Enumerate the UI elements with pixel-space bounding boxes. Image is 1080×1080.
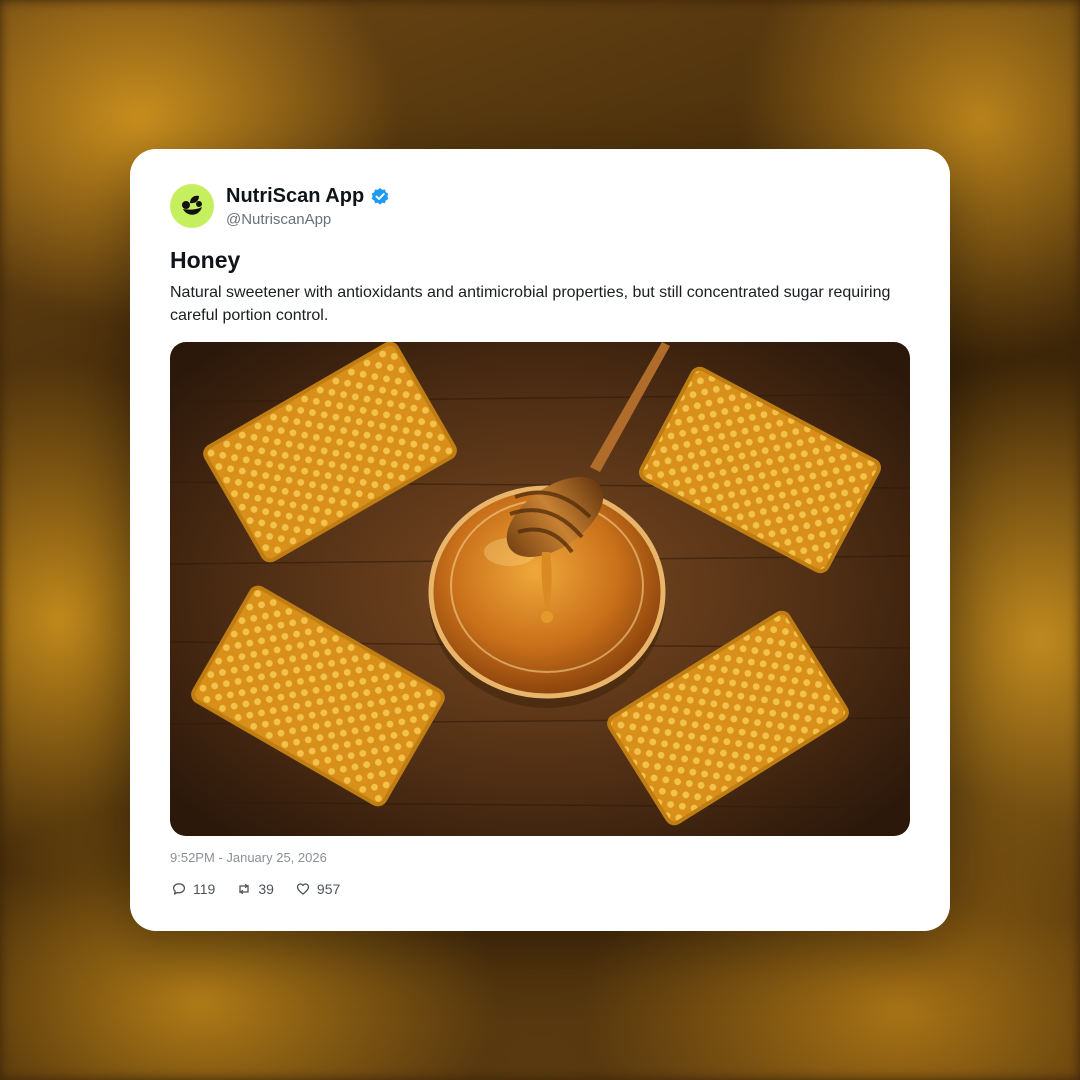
- repost-icon: [239, 883, 249, 895]
- avatar[interactable]: [170, 184, 214, 228]
- like-button[interactable]: 957: [296, 881, 340, 897]
- post-image[interactable]: [170, 342, 910, 836]
- post-title: Honey: [170, 247, 241, 273]
- repost-count: 39: [258, 881, 274, 897]
- verified-badge-icon: [371, 187, 389, 205]
- author-name[interactable]: NutriScan App: [226, 185, 364, 208]
- reply-count: 119: [193, 881, 216, 897]
- heart-icon: [296, 883, 310, 895]
- post-timestamp[interactable]: 9:52PM - January 25, 2026: [170, 850, 327, 865]
- honey-illustration: [170, 342, 910, 836]
- like-count: 957: [316, 881, 341, 897]
- leaf-logo-icon: [182, 195, 202, 215]
- author-row: NutriScan App: [226, 185, 390, 208]
- repost-button[interactable]: 39: [237, 881, 274, 897]
- comment-icon: [172, 883, 186, 895]
- engagement-bar: 119 39 957: [172, 881, 340, 897]
- author-handle[interactable]: @NutriscanApp: [226, 211, 331, 228]
- post-body: Natural sweetener with antioxidants and …: [170, 284, 891, 324]
- reply-button[interactable]: 119: [172, 881, 215, 897]
- post-card: NutriScan App @NutriscanApp Honey Natura…: [130, 149, 950, 931]
